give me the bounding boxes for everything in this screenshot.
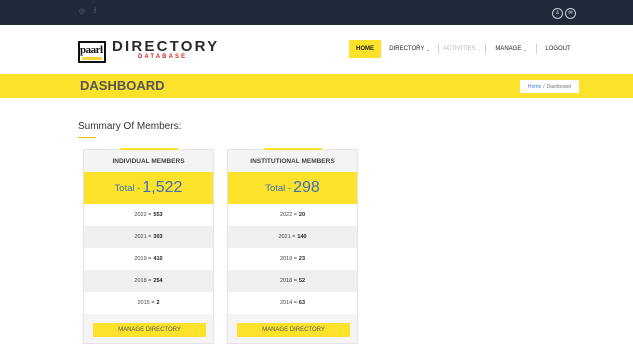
brand-subname: DATABASE	[138, 54, 188, 60]
logo[interactable]: paarl	[78, 41, 106, 63]
year-label: 2022 =	[279, 212, 297, 218]
summary-title: Summary Of Members:	[78, 121, 182, 132]
total-value: 1,522	[142, 179, 183, 196]
year-row: 2022 = 553	[84, 204, 213, 226]
manage-directory-button[interactable]: MANAGE DIRECTORY	[237, 323, 350, 337]
logo-text: paarl	[80, 44, 103, 56]
total-value: 298	[293, 179, 320, 196]
account-links: ♙ ✉	[552, 8, 576, 19]
year-count: 410	[153, 256, 163, 262]
manage-directory-button[interactable]: MANAGE DIRECTORY	[93, 323, 206, 337]
nav-manage[interactable]: MANAGE ⌄	[486, 40, 536, 58]
year-count: 303	[153, 234, 163, 240]
logo-stripe	[82, 57, 102, 60]
nav-home[interactable]: HOME	[349, 40, 381, 58]
year-row: 2018 = 254	[84, 270, 213, 292]
year-row: 2021 = 303	[84, 226, 213, 248]
year-row: 2022 = 20	[228, 204, 357, 226]
page-title: DASHBOARD	[80, 78, 165, 93]
year-count: 20	[298, 212, 306, 218]
year-label: 2018 =	[134, 278, 152, 284]
year-count: 2	[156, 300, 160, 306]
year-label: 2018 =	[279, 278, 297, 284]
year-label: 2015 =	[137, 300, 155, 306]
social-links: ◎ f	[79, 7, 96, 17]
chevron-down-icon: ⌄	[477, 46, 482, 52]
year-count: 140	[297, 234, 307, 240]
year-label: 2021 =	[278, 234, 296, 240]
brand-name: DIRECTORY	[112, 38, 220, 55]
year-row: 2021 = 140	[228, 226, 357, 248]
year-label: 2021 =	[134, 234, 152, 240]
year-count: 553	[153, 212, 163, 218]
year-count: 254	[153, 278, 163, 284]
year-count: 23	[298, 256, 306, 262]
year-row: 2019 = 410	[84, 248, 213, 270]
breadcrumb-current: Dashboard	[546, 83, 572, 90]
nav-activities[interactable]: ACTIVITIES ⌄	[439, 40, 485, 58]
year-label: 2019 =	[134, 256, 152, 262]
total-count: Total - 1,522	[84, 172, 213, 204]
nav-manage-label: MANAGE	[495, 46, 522, 52]
breadcrumb-home-link[interactable]: Home	[528, 84, 541, 90]
nav-directory-label: DIRECTORY	[389, 46, 425, 52]
skype-icon[interactable]: ◎	[79, 7, 85, 17]
mail-icon[interactable]: ✉	[565, 8, 576, 19]
nav-home-label: HOME	[356, 46, 374, 52]
nav-logout-label: LOGOUT	[545, 46, 571, 52]
year-row: 2014 = 63	[228, 292, 357, 314]
facebook-icon[interactable]: f	[94, 7, 96, 17]
user-icon[interactable]: ♙	[552, 8, 563, 19]
individual-members-card: INDIVIDUAL MEMBERS Total - 1,522 2022 = 5…	[83, 148, 214, 344]
year-label: 2014 =	[279, 300, 297, 306]
chevron-down-icon: ⌄	[523, 46, 527, 52]
card-heading: INDIVIDUAL MEMBERS	[84, 150, 213, 172]
chevron-down-icon: ⌄	[426, 46, 430, 52]
year-count: 52	[298, 278, 306, 284]
main-nav: HOME DIRECTORY ⌄ ACTIVITIES ⌄ MANAGE ⌄ LOGO…	[349, 40, 581, 58]
breadcrumb: Home / Dashboard	[520, 80, 579, 93]
nav-activities-label: ACTIVITIES	[442, 46, 476, 52]
institutional-members-card: INSTITUTIONAL MEMBERS Total - 298 2022 =…	[227, 148, 358, 344]
total-label: Total -	[114, 182, 141, 194]
year-label: 2019 =	[279, 256, 297, 262]
year-row: 2019 = 23	[228, 248, 357, 270]
summary-underline	[78, 137, 96, 138]
total-count: Total - 298	[228, 172, 357, 204]
year-label: 2022 =	[134, 212, 152, 218]
nav-logout[interactable]: LOGOUT	[537, 40, 579, 58]
total-label: Total -	[265, 182, 292, 194]
card-heading: INSTITUTIONAL MEMBERS	[228, 150, 357, 172]
nav-directory[interactable]: DIRECTORY ⌄	[381, 40, 438, 58]
top-bar: ◎ f ♙ ✉	[0, 0, 633, 25]
year-row: 2018 = 52	[228, 270, 357, 292]
breadcrumb-separator: /	[543, 83, 545, 90]
year-count: 63	[298, 300, 306, 306]
year-row: 2015 = 2	[84, 292, 213, 314]
